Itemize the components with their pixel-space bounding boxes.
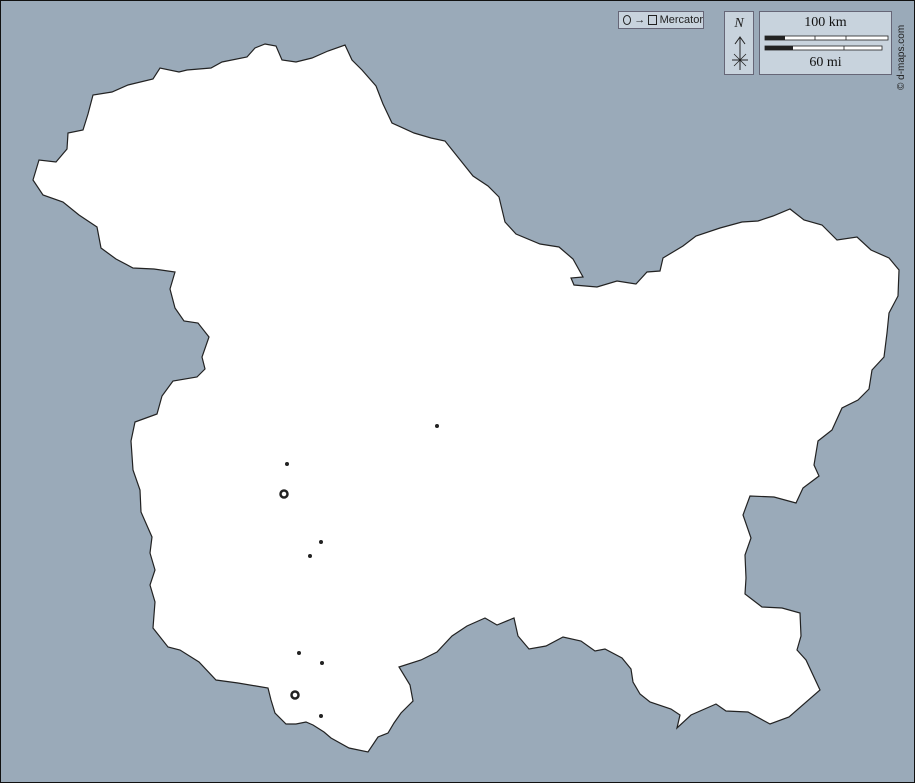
region-outline [32, 43, 900, 753]
scale-bar-graphic [764, 35, 889, 51]
city-dot [319, 540, 323, 544]
city-dot [297, 651, 301, 655]
north-label: N [734, 16, 744, 31]
scale-bar-box: 100 km 60 mi [759, 11, 892, 75]
city-dot [308, 554, 312, 558]
north-arrow-icon [732, 36, 748, 70]
city-dot [285, 462, 289, 466]
city-dot [319, 714, 323, 718]
projection-name: Mercator [659, 14, 703, 26]
scale-mi-label: 60 mi [809, 55, 842, 70]
square-icon [648, 15, 657, 25]
scale-km-label: 100 km [804, 15, 847, 30]
north-arrow-box: N [724, 11, 754, 75]
city-dot [435, 424, 439, 428]
map-canvas [32, 43, 900, 753]
credit-label: © d-maps.com [896, 24, 907, 90]
city-dot [320, 661, 324, 665]
circle-icon [623, 15, 632, 25]
arrow-icon: → [634, 14, 646, 26]
projection-label-box: → Mercator [618, 11, 704, 29]
